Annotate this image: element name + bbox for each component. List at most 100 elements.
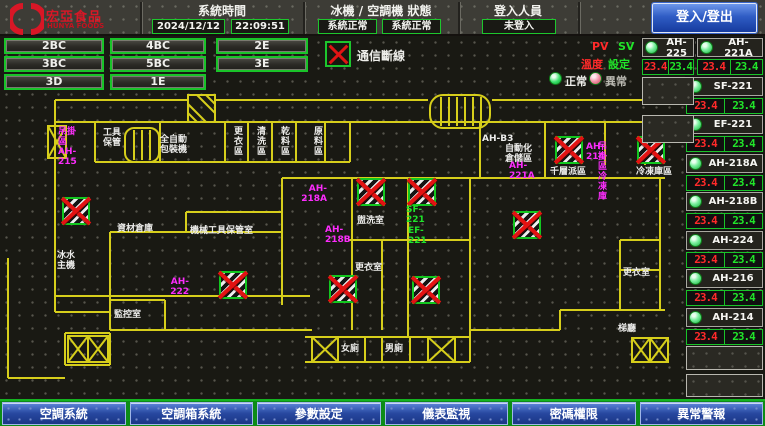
empty-unit-slot — [686, 346, 763, 370]
unit-ah-218b-values: 23.423.4 — [686, 213, 763, 229]
floor-button-3e[interactable]: 3E — [216, 56, 308, 72]
unit-ah-224[interactable]: AH-224 — [686, 231, 763, 250]
chiller-ahu-status-label: 冰機 / 空調機 狀態 — [308, 2, 454, 19]
room-label: 監控室 — [114, 310, 141, 320]
room-label: 梯廳 — [618, 324, 636, 334]
floor-button-5bc[interactable]: 5BC — [110, 56, 206, 72]
sv-value: 23.4 — [725, 253, 762, 267]
ahu-device-label: EF-221 — [408, 226, 427, 246]
unit-ah-224-values: 23.423.4 — [686, 252, 763, 268]
unit-ah-221a[interactable]: AH-221A — [697, 38, 763, 57]
header-separator — [140, 2, 143, 34]
unit-status-led — [689, 157, 702, 170]
sv-value: 23.4 — [731, 60, 763, 74]
room-label: AH-B3 — [482, 134, 513, 144]
unit-ef-221[interactable]: EF-221 — [686, 115, 763, 134]
room-label: 機械工具保管室 — [190, 226, 253, 236]
room-label: 更衣區 — [231, 126, 242, 156]
system-time-value: 22:09:51 — [231, 19, 289, 34]
unit-sf-221[interactable]: SF-221 — [686, 77, 763, 96]
ahu-device-icon — [62, 197, 90, 225]
sv-value: 23.4 — [725, 214, 762, 228]
ahu-device-icon — [555, 136, 583, 164]
set-legend-label: 設定 — [608, 56, 630, 72]
nav-button-3[interactable]: 參數設定 — [257, 402, 381, 425]
unit-ah-225-values: 23.423.4 — [642, 59, 694, 75]
room-label: 千層派區 — [550, 167, 586, 177]
ahu-device-label: AH-218A — [301, 184, 327, 204]
hunya-logo: 宏亞食品 HUNYA FOODS — [8, 2, 138, 34]
header-separator — [303, 2, 306, 34]
floor-button-3d[interactable]: 3D — [4, 74, 104, 90]
unit-status-led — [645, 41, 658, 54]
bottom-nav-bar: 空調系統空調箱系統參數設定儀表監視密碼權限異常警報 — [0, 399, 765, 426]
unit-ah-218b[interactable]: AH-218B — [686, 192, 763, 211]
room-label: 清洗區 — [254, 126, 265, 156]
hvac-scada-screen: 工具 保管全自動 包裝機更衣區清洗區乾料區原料區AH-B3自動化 倉儲區千層派區… — [0, 0, 765, 426]
unit-name-label: AH-224 — [704, 235, 762, 246]
logo-subtext: HUNYA FOODS — [47, 22, 104, 30]
ahu-device-icon — [329, 275, 357, 303]
unit-name-label: AH-216 — [704, 273, 762, 284]
floor-button-2bc[interactable]: 2BC — [4, 38, 104, 54]
header-bar: 宏亞食品 HUNYA FOODS 系統時間 2024/12/12 22:09:5… — [0, 0, 765, 36]
login-logout-button[interactable]: 登入/登出 — [652, 3, 757, 33]
floor-button-1e[interactable]: 1E — [110, 74, 206, 90]
ahu-device-label: AH-222 — [170, 277, 189, 297]
unit-name-label: SF-221 — [704, 81, 762, 92]
login-status-value: 未登入 — [482, 19, 556, 34]
ahu-device-icon — [357, 178, 385, 206]
hunya-logo-icon — [10, 3, 44, 35]
ahu-device-icon — [513, 211, 541, 239]
unit-status-led — [689, 195, 702, 208]
room-label: 盥洗室 — [357, 216, 384, 226]
unit-ef-221-values: 23.423.4 — [686, 136, 763, 152]
header-separator — [458, 2, 461, 34]
abnormal-led-icon — [589, 72, 602, 85]
nav-button-4[interactable]: 儀表監視 — [385, 402, 509, 425]
unit-ah-216[interactable]: AH-216 — [686, 269, 763, 288]
unit-ah-225[interactable]: AH-225 — [642, 38, 694, 57]
room-label: 更衣室 — [623, 268, 650, 278]
nav-button-5[interactable]: 密碼權限 — [512, 402, 636, 425]
abnormal-legend-label: 異常 — [605, 73, 627, 89]
pv-legend-label: PV — [592, 40, 609, 53]
floor-button-4bc[interactable]: 4BC — [110, 38, 206, 54]
ahu-device-icon — [219, 271, 247, 299]
floor-button-3bc[interactable]: 3BC — [4, 56, 104, 72]
ahu-device-label: AH-221A — [509, 161, 535, 181]
sv-value: 23.4 — [725, 291, 762, 305]
pv-value: 23.4 — [687, 330, 725, 344]
nav-button-6[interactable]: 異常警報 — [640, 402, 764, 425]
room-label: 全自動 包裝機 — [160, 135, 187, 155]
comm-offline-label: 通信斷線 — [357, 47, 405, 64]
sv-value: 23.4 — [725, 330, 762, 344]
empty-unit-slot — [686, 374, 763, 397]
unit-status-led — [700, 41, 713, 54]
unit-ah-218a[interactable]: AH-218A — [686, 154, 763, 173]
system-time-label: 系統時間 — [146, 2, 298, 19]
unit-sf-221-values: 23.423.4 — [686, 98, 763, 114]
nav-button-1[interactable]: 空調系統 — [2, 402, 126, 425]
room-label: 女廁 — [341, 344, 359, 354]
unit-ah-216-values: 23.423.4 — [686, 290, 763, 306]
ahu-device-icon — [412, 276, 440, 304]
ahu-device-icon — [408, 178, 436, 206]
floor-button-2e[interactable]: 2E — [216, 38, 308, 54]
empty-unit-slot — [642, 115, 694, 143]
unit-ah-214[interactable]: AH-214 — [686, 308, 763, 327]
ahu-device-label: 吊掛區 冷凍庫 — [598, 142, 607, 202]
pv-value: 23.4 — [687, 176, 725, 190]
ahu-device-label: 吊掛區 AH-215 — [58, 127, 77, 167]
comm-offline-icon — [325, 41, 351, 67]
pv-value: 23.4 — [698, 60, 731, 74]
unit-name-label: AH-214 — [704, 312, 762, 323]
nav-button-2[interactable]: 空調箱系統 — [130, 402, 254, 425]
room-label: 冰水 主機 — [57, 251, 75, 271]
normal-led-icon — [549, 72, 562, 85]
login-user-label: 登入人員 — [462, 2, 574, 19]
unit-name-label: AH-221A — [715, 37, 762, 59]
room-label: 乾料區 — [278, 126, 289, 156]
unit-ah-214-values: 23.423.4 — [686, 329, 763, 345]
unit-ah-218a-values: 23.423.4 — [686, 175, 763, 191]
